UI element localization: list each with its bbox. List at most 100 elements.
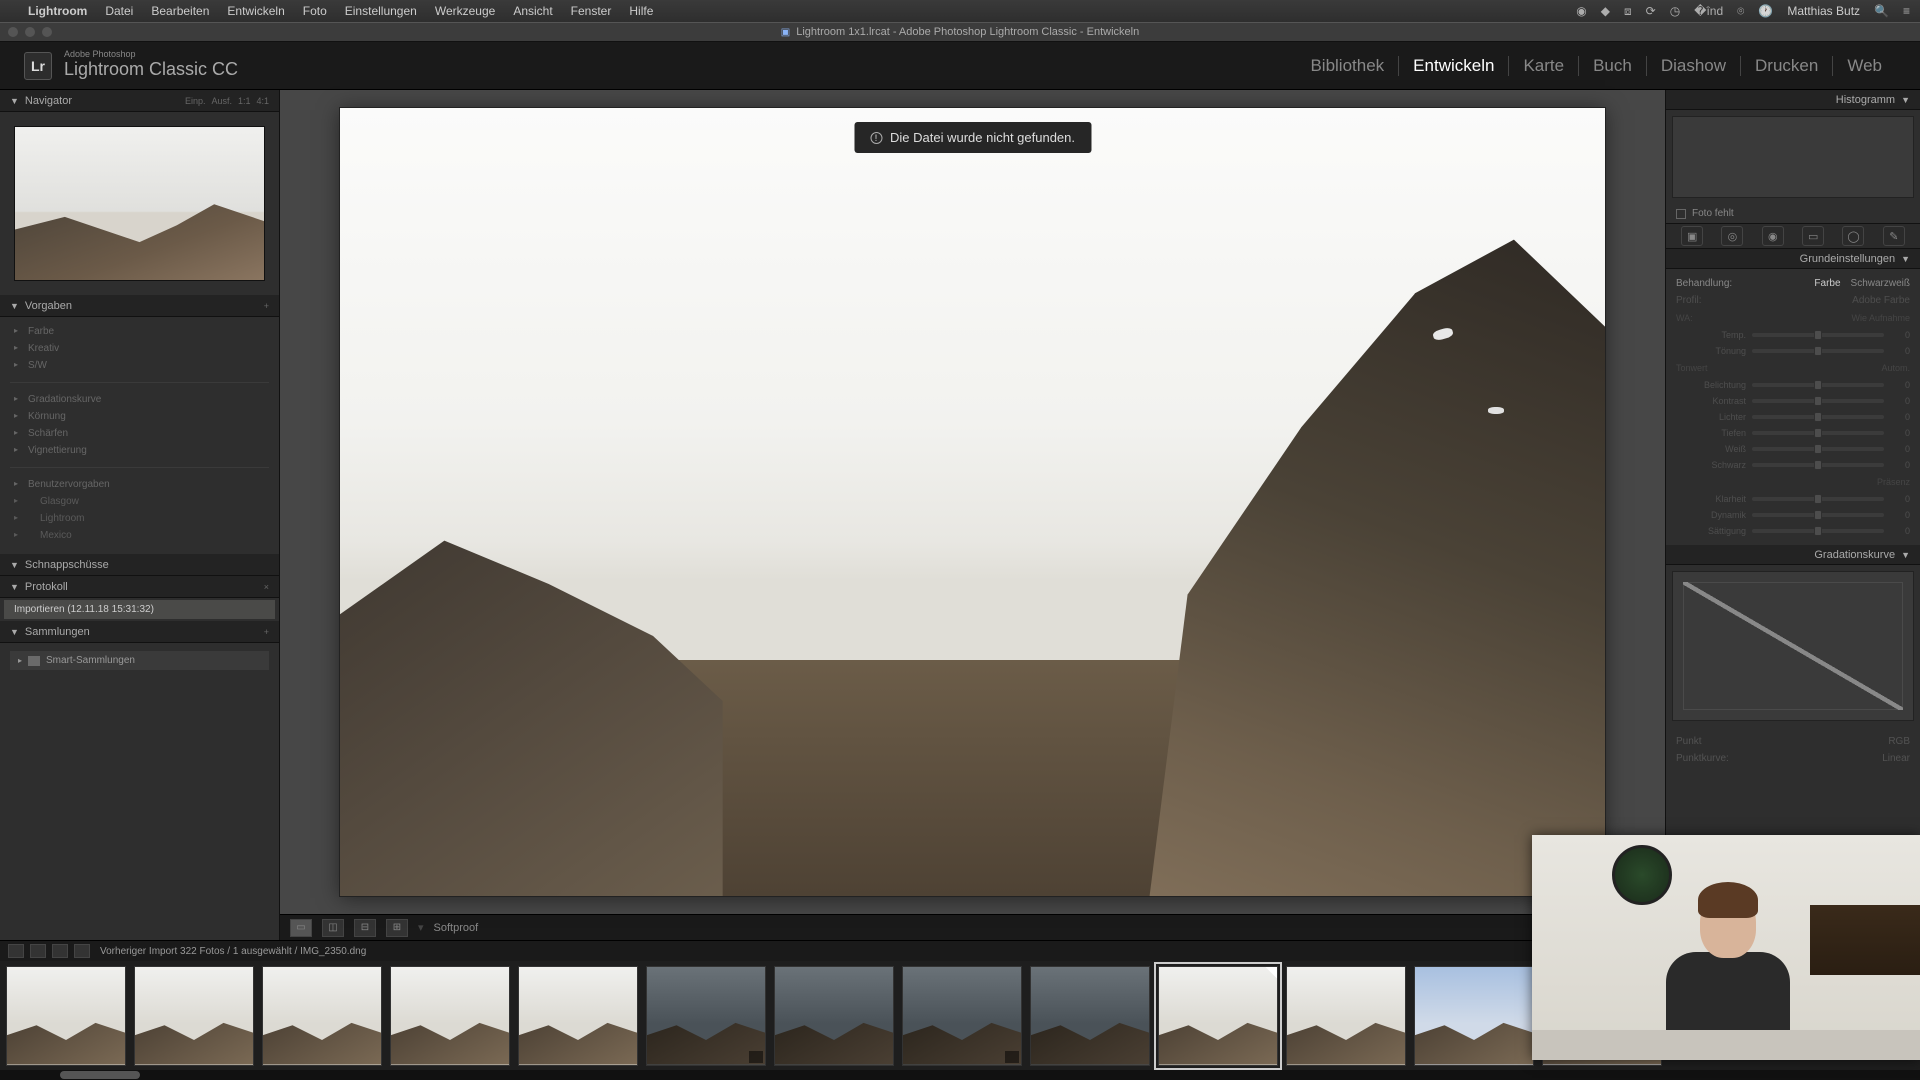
preset-group[interactable]: Vignettierung: [10, 442, 269, 459]
presets-header[interactable]: ▼ Vorgaben +: [0, 295, 279, 317]
softproof-label[interactable]: Softproof: [434, 922, 479, 934]
histogram-header[interactable]: Histogramm ▼: [1666, 90, 1920, 110]
sort-icon[interactable]: [52, 944, 68, 958]
before-after-lr-button[interactable]: ◫: [322, 919, 344, 937]
slider-whites[interactable]: Weiß0: [1676, 441, 1910, 457]
preset-item[interactable]: Glasgow: [10, 493, 269, 510]
preset-group[interactable]: Körnung: [10, 408, 269, 425]
curve-header[interactable]: Gradationskurve ▼: [1666, 545, 1920, 565]
wb-value[interactable]: Wie Aufnahme: [1851, 313, 1910, 323]
preset-item[interactable]: Lightroom: [10, 510, 269, 527]
disclosure-triangle-icon[interactable]: ▸: [18, 656, 22, 665]
disclosure-triangle-icon[interactable]: ▼: [1901, 550, 1910, 560]
slider-blacks[interactable]: Schwarz0: [1676, 457, 1910, 473]
menu-fenster[interactable]: Fenster: [571, 4, 612, 18]
missing-checkbox[interactable]: [1676, 209, 1686, 219]
snapshots-header[interactable]: ▼ Schnappschüsse: [0, 554, 279, 576]
tone-curve-display[interactable]: [1672, 571, 1914, 721]
search-icon[interactable]: 🔍: [1874, 4, 1889, 18]
filmstrip-thumb[interactable]: [902, 966, 1022, 1066]
slider-vibrance[interactable]: Dynamik0: [1676, 507, 1910, 523]
module-buch[interactable]: Buch: [1579, 56, 1647, 76]
sync-icon[interactable]: ⟳: [1646, 4, 1656, 18]
slider-highlights[interactable]: Lichter0: [1676, 409, 1910, 425]
grid-view-icon[interactable]: [30, 944, 46, 958]
crop-tool-icon[interactable]: ▣: [1681, 226, 1703, 246]
preset-group[interactable]: S/W: [10, 357, 269, 374]
secondary-display-icon[interactable]: [8, 944, 24, 958]
backup-icon[interactable]: ◷: [1670, 4, 1680, 18]
menu-bearbeiten[interactable]: Bearbeiten: [151, 4, 209, 18]
histogram-display[interactable]: [1672, 116, 1914, 198]
filmstrip-scrollbar[interactable]: [0, 1070, 1920, 1080]
cc-icon[interactable]: ◆: [1601, 4, 1610, 18]
screenrec-icon[interactable]: ◉: [1576, 4, 1586, 18]
slider-clarity[interactable]: Klarheit0: [1676, 491, 1910, 507]
disclosure-triangle-icon[interactable]: ▼: [10, 96, 19, 106]
collections-header[interactable]: ▼ Sammlungen +: [0, 621, 279, 643]
filmstrip-thumb[interactable]: [774, 966, 894, 1066]
spot-tool-icon[interactable]: ◎: [1721, 226, 1743, 246]
slider-contrast[interactable]: Kontrast0: [1676, 393, 1910, 409]
pointcurve-value[interactable]: Linear: [1882, 753, 1910, 764]
menu-ansicht[interactable]: Ansicht: [513, 4, 552, 18]
menu-hilfe[interactable]: Hilfe: [629, 4, 653, 18]
tone-auto[interactable]: Autom.: [1881, 363, 1910, 373]
clear-history-icon[interactable]: ×: [264, 582, 269, 592]
menubar-app[interactable]: Lightroom: [28, 4, 87, 18]
basic-header[interactable]: Grundeinstellungen ▼: [1666, 249, 1920, 269]
preset-item[interactable]: Mexico: [10, 527, 269, 544]
module-bibliothek[interactable]: Bibliothek: [1296, 56, 1399, 76]
notifications-icon[interactable]: ≡: [1903, 4, 1910, 18]
zoom-4to1[interactable]: 4:1: [256, 96, 269, 106]
navigator-header[interactable]: ▼ Navigator Einp. Ausf. 1:1 4:1: [0, 90, 279, 112]
filmstrip-thumb[interactable]: [6, 966, 126, 1066]
menu-werkzeuge[interactable]: Werkzeuge: [435, 4, 495, 18]
disclosure-triangle-icon[interactable]: ▼: [10, 627, 19, 637]
slider-shadows[interactable]: Tiefen0: [1676, 425, 1910, 441]
before-after-tb-button[interactable]: ⊟: [354, 919, 376, 937]
smart-collections-row[interactable]: ▸ Smart-Sammlungen: [10, 651, 269, 670]
filmstrip-thumb[interactable]: [1286, 966, 1406, 1066]
filmstrip-thumb[interactable]: [262, 966, 382, 1066]
disclosure-triangle-icon[interactable]: ▼: [10, 560, 19, 570]
graduated-filter-icon[interactable]: ▭: [1802, 226, 1824, 246]
filmstrip-thumb[interactable]: [1414, 966, 1534, 1066]
curve-region[interactable]: Punkt: [1676, 736, 1702, 747]
treatment-color[interactable]: Farbe: [1814, 278, 1840, 289]
slider-exposure[interactable]: Belichtung0: [1676, 377, 1910, 393]
filter-icon[interactable]: [74, 944, 90, 958]
radial-filter-icon[interactable]: ◯: [1842, 226, 1864, 246]
filmstrip-thumb[interactable]: [1030, 966, 1150, 1066]
traffic-lights[interactable]: [8, 27, 52, 37]
spotlight-icon[interactable]: ⌾: [1737, 4, 1744, 19]
filmstrip-thumb[interactable]: [646, 966, 766, 1066]
preset-group[interactable]: Gradationskurve: [10, 391, 269, 408]
navigator-thumbnail[interactable]: [14, 126, 265, 281]
module-drucken[interactable]: Drucken: [1741, 56, 1833, 76]
history-header[interactable]: ▼ Protokoll ×: [0, 576, 279, 598]
filmstrip-thumb[interactable]: [134, 966, 254, 1066]
preset-user-header[interactable]: Benutzervorgaben: [10, 476, 269, 493]
loupe-view-button[interactable]: ▭: [290, 919, 312, 937]
disclosure-triangle-icon[interactable]: ▼: [10, 582, 19, 592]
dropbox-icon[interactable]: ⧈: [1624, 4, 1632, 19]
zoom-1to1[interactable]: 1:1: [238, 96, 251, 106]
filmstrip-thumb[interactable]: [518, 966, 638, 1066]
add-collection-icon[interactable]: +: [264, 627, 269, 637]
navigator-preview[interactable]: [0, 112, 279, 295]
module-entwickeln[interactable]: Entwickeln: [1399, 56, 1509, 76]
module-diashow[interactable]: Diashow: [1647, 56, 1741, 76]
disclosure-triangle-icon[interactable]: ▼: [1901, 254, 1910, 264]
preset-group[interactable]: Schärfen: [10, 425, 269, 442]
brush-tool-icon[interactable]: ✎: [1883, 226, 1905, 246]
menu-einstellungen[interactable]: Einstellungen: [345, 4, 417, 18]
redeye-tool-icon[interactable]: ◉: [1762, 226, 1784, 246]
slider-tint[interactable]: Tönung0: [1676, 343, 1910, 359]
before-after-split-button[interactable]: ⊞: [386, 919, 408, 937]
profile-value[interactable]: Adobe Farbe: [1852, 295, 1910, 306]
curve-channel[interactable]: RGB: [1888, 736, 1910, 747]
disclosure-triangle-icon[interactable]: ▼: [1901, 95, 1910, 105]
menu-foto[interactable]: Foto: [303, 4, 327, 18]
module-web[interactable]: Web: [1833, 56, 1896, 76]
